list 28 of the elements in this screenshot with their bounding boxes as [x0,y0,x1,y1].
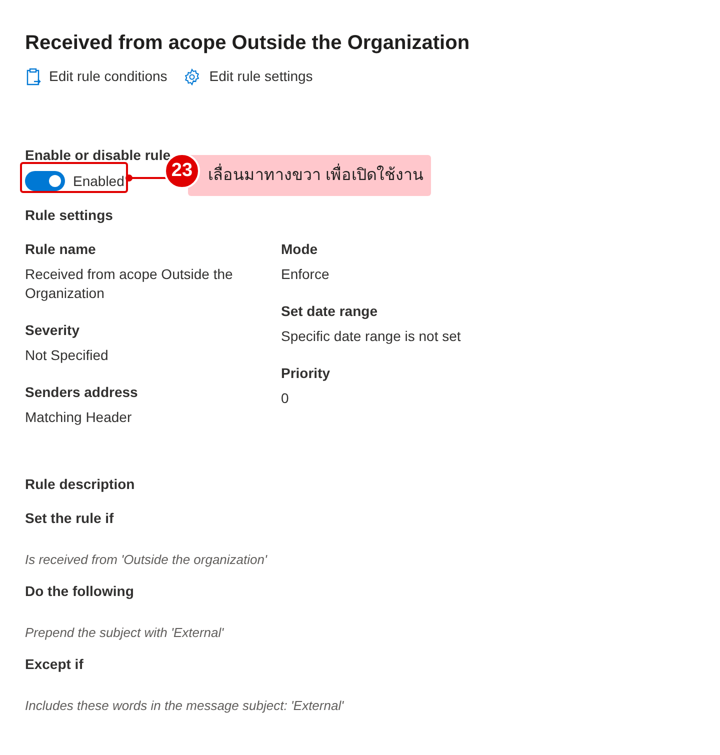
setting-value: Specific date range is not set [281,327,462,346]
setting-value: Matching Header [25,408,133,427]
page-title: Received from acope Outside the Organization [25,31,471,56]
setting-label: Priority [281,364,332,383]
setting-label: Severity [25,321,80,340]
toggle-state: Enabled [73,172,124,190]
section-heading: Rule settings [25,206,114,225]
condition-label: Except if [25,655,84,674]
setting-label: Mode [281,240,319,259]
condition-label: Do the following [25,582,135,601]
toggle-label: Enable or disable rule [25,146,172,165]
condition-value: Is received from 'Outside the organization' [25,551,268,569]
condition-label: Set the rule if [25,509,115,528]
setting-label: Rule name [25,240,97,259]
action-button[interactable]: Edit rule conditions [25,66,168,87]
action-button[interactable]: Edit rule settings [183,66,313,87]
setting-value: Enforce [281,265,330,284]
toggle-switch[interactable] [25,171,65,191]
setting-value: Received from acope Outside the Organization [25,265,234,303]
setting-label: Senders address [25,383,139,402]
settings-icon [183,68,202,86]
setting-value: 0 [281,389,290,408]
section-heading: Rule description [25,475,136,494]
setting-value: Not Specified [25,346,110,365]
condition-value: Includes these words in the message subject: 'External' [25,697,345,715]
clipboard-icon [25,68,41,86]
condition-value: Prepend the subject with 'External' [25,624,225,642]
setting-label: Set date range [281,302,378,321]
